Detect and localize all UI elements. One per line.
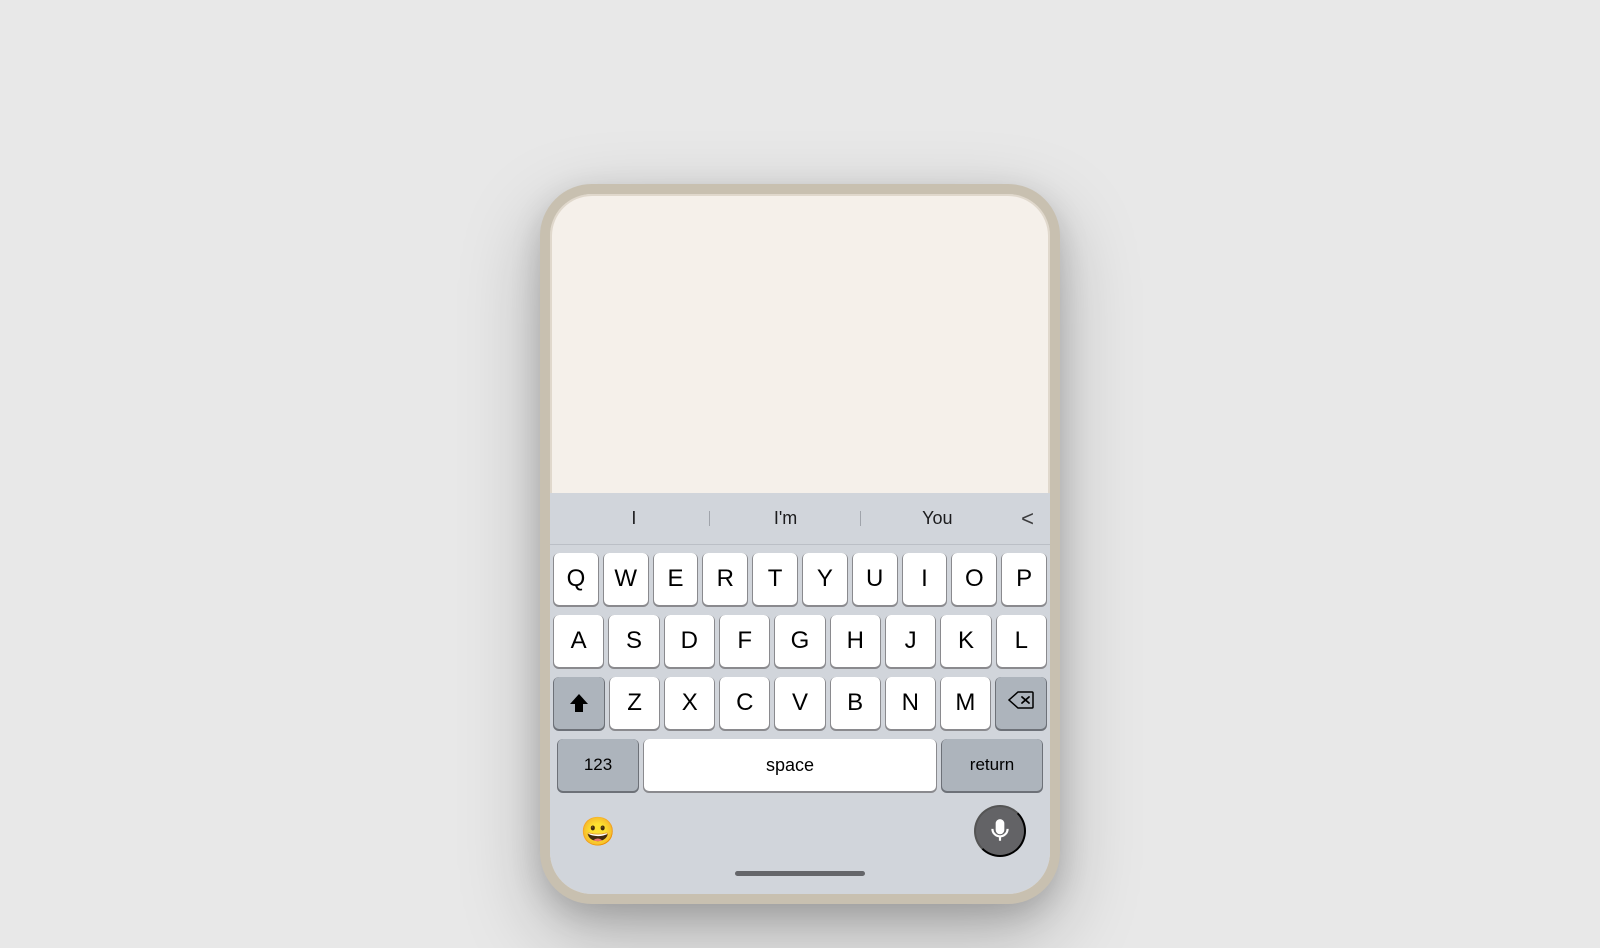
key-row-1: Q W E R T Y U I O P (554, 553, 1046, 605)
emoji-icon: 😀 (581, 815, 616, 848)
emoji-button[interactable]: 😀 (574, 807, 622, 855)
key-x[interactable]: X (665, 677, 714, 729)
key-k[interactable]: K (941, 615, 990, 667)
key-r[interactable]: R (703, 553, 747, 605)
key-p[interactable]: P (1002, 553, 1046, 605)
key-g[interactable]: G (775, 615, 824, 667)
autocomplete-word-i[interactable]: I (558, 508, 710, 529)
autocomplete-word-im[interactable]: I'm (710, 508, 862, 529)
autocomplete-word-you[interactable]: You (861, 508, 1013, 529)
key-w[interactable]: W (604, 553, 648, 605)
delete-key[interactable] (996, 677, 1046, 729)
key-t[interactable]: T (753, 553, 797, 605)
bottom-toolbar: 😀 (550, 795, 1050, 865)
key-i[interactable]: I (903, 553, 947, 605)
shift-icon (567, 691, 591, 715)
autocomplete-suggestions: I I'm You (558, 508, 1013, 529)
key-u[interactable]: U (853, 553, 897, 605)
phone-wrapper: I I'm You < Q W E R T Y U I O (540, 44, 1060, 904)
key-a[interactable]: A (554, 615, 603, 667)
home-bar (735, 871, 865, 876)
autocomplete-bar: I I'm You < (550, 493, 1050, 545)
key-n[interactable]: N (886, 677, 935, 729)
space-key[interactable]: space (644, 739, 936, 791)
key-o[interactable]: O (952, 553, 996, 605)
phone-frame: I I'm You < Q W E R T Y U I O (540, 184, 1060, 904)
dismiss-icon[interactable]: < (1013, 506, 1042, 532)
keyboard-container: I I'm You < Q W E R T Y U I O (550, 493, 1050, 894)
return-key[interactable]: return (942, 739, 1042, 791)
numbers-key[interactable]: 123 (558, 739, 638, 791)
key-y[interactable]: Y (803, 553, 847, 605)
key-row-3: Z X C V B N M (554, 677, 1046, 729)
key-row-2: A S D F G H J K L (554, 615, 1046, 667)
key-z[interactable]: Z (610, 677, 659, 729)
key-m[interactable]: M (941, 677, 990, 729)
bottom-row: 123 space return (554, 739, 1046, 791)
key-d[interactable]: D (665, 615, 714, 667)
key-v[interactable]: V (775, 677, 824, 729)
keys-area: Q W E R T Y U I O P A S D F G (550, 545, 1050, 795)
shift-key[interactable] (554, 677, 604, 729)
key-c[interactable]: C (720, 677, 769, 729)
key-f[interactable]: F (720, 615, 769, 667)
key-q[interactable]: Q (554, 553, 598, 605)
key-s[interactable]: S (609, 615, 658, 667)
key-e[interactable]: E (654, 553, 698, 605)
delete-icon (1008, 690, 1034, 716)
key-b[interactable]: B (831, 677, 880, 729)
dictation-button[interactable] (974, 805, 1026, 857)
microphone-icon (987, 818, 1013, 844)
home-indicator (550, 865, 1050, 886)
key-j[interactable]: J (886, 615, 935, 667)
key-h[interactable]: H (831, 615, 880, 667)
key-l[interactable]: L (997, 615, 1046, 667)
